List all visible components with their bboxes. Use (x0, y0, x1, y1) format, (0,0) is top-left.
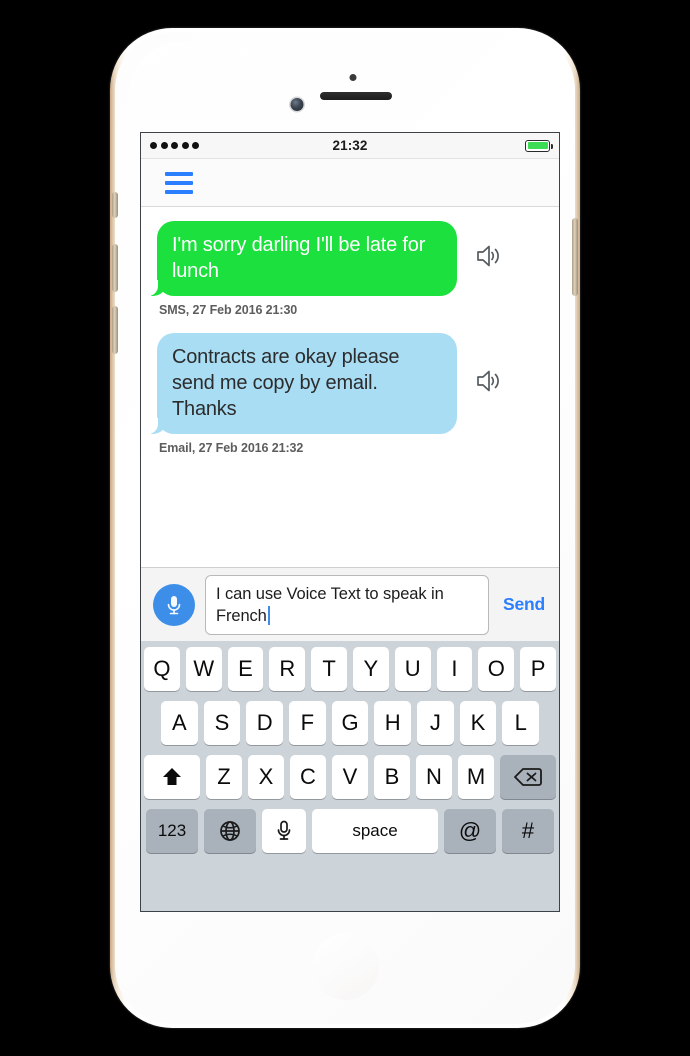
mute-switch[interactable] (112, 192, 118, 218)
numeric-key[interactable]: 123 (146, 809, 198, 853)
key-d[interactable]: D (246, 701, 283, 745)
volume-down-button[interactable] (112, 306, 118, 354)
key-c[interactable]: C (290, 755, 326, 799)
battery-fill (527, 142, 548, 149)
speaker-play-icon[interactable] (475, 243, 503, 274)
message-item: Contracts are okay please send me copy b… (141, 333, 559, 455)
volume-up-button[interactable] (112, 244, 118, 292)
key-h[interactable]: H (374, 701, 412, 745)
key-n[interactable]: N (416, 755, 452, 799)
key-p[interactable]: P (520, 647, 556, 691)
key-r[interactable]: R (269, 647, 306, 691)
keyboard-row-1: Q W E R T Y U I O P (144, 647, 556, 691)
text-cursor (267, 605, 270, 625)
phone-device: 21:32 I'm sorry darling I'll be late for… (110, 28, 580, 1028)
key-y[interactable]: Y (353, 647, 389, 691)
key-x[interactable]: X (248, 755, 284, 799)
microphone-dictation-icon (277, 820, 291, 840)
key-j[interactable]: J (417, 701, 454, 745)
dictation-key[interactable] (262, 809, 306, 853)
voice-input-button[interactable] (153, 583, 195, 626)
message-meta: Email, 27 Feb 2016 21:32 (159, 441, 304, 455)
key-f[interactable]: F (289, 701, 326, 745)
battery-icon (525, 139, 553, 152)
front-camera-icon (290, 98, 304, 111)
key-k[interactable]: K (459, 701, 497, 745)
globe-language-icon (220, 821, 240, 841)
key-z[interactable]: Z (206, 755, 242, 799)
key-m[interactable]: M (458, 755, 494, 799)
hash-key[interactable]: # (502, 809, 554, 853)
keyboard-row-2: A S D F G H J K L (144, 701, 556, 745)
language-globe-key[interactable] (204, 809, 256, 853)
message-input-bar: I can use Voice Text to speak in French … (141, 567, 559, 641)
message-text-value: I can use Voice Text to speak in French (216, 584, 444, 625)
key-g[interactable]: G (331, 701, 369, 745)
hamburger-menu-icon[interactable] (165, 171, 193, 194)
key-u[interactable]: U (394, 647, 431, 691)
key-o[interactable]: O (478, 647, 515, 691)
backspace-key[interactable] (500, 755, 556, 799)
key-t[interactable]: T (311, 647, 347, 691)
key-a[interactable]: A (160, 701, 198, 745)
app-nav-bar (141, 159, 559, 207)
conversation-list[interactable]: I'm sorry darling I'll be late for lunch… (141, 207, 559, 567)
message-meta: SMS, 27 Feb 2016 21:30 (159, 303, 298, 317)
status-bar: 21:32 (141, 133, 559, 159)
key-q[interactable]: Q (144, 647, 180, 691)
keyboard-row-4: 123 space @ # (144, 809, 556, 853)
message-bubble-outgoing[interactable]: I'm sorry darling I'll be late for lunch (148, 221, 457, 296)
message-item: I'm sorry darling I'll be late for lunch… (141, 221, 559, 317)
key-w[interactable]: W (185, 647, 222, 691)
shift-key[interactable] (144, 755, 200, 799)
microphone-icon (167, 595, 181, 614)
shift-arrow-icon (163, 768, 181, 785)
message-text-input[interactable]: I can use Voice Text to speak in French (205, 574, 489, 635)
speaker-play-icon[interactable] (475, 368, 503, 399)
key-s[interactable]: S (203, 701, 241, 745)
key-i[interactable]: I (436, 647, 473, 691)
key-v[interactable]: V (332, 755, 368, 799)
home-button[interactable] (309, 930, 381, 1002)
message-row: I'm sorry darling I'll be late for lunch (141, 221, 559, 296)
backspace-delete-icon (514, 768, 542, 786)
phone-body: 21:32 I'm sorry darling I'll be late for… (112, 32, 578, 1024)
message-row: Contracts are okay please send me copy b… (141, 333, 559, 434)
status-time: 21:32 (332, 138, 368, 153)
at-key[interactable]: @ (444, 809, 496, 853)
home-button-face (311, 932, 379, 1000)
power-button[interactable] (572, 218, 578, 296)
virtual-keyboard[interactable]: Q W E R T Y U I O P A S D F G H J K L Z … (141, 641, 559, 911)
phone-screen: 21:32 I'm sorry darling I'll be late for… (140, 132, 560, 912)
proximity-sensor-icon (349, 74, 357, 81)
earpiece-speaker-icon (320, 92, 392, 100)
key-l[interactable]: L (502, 701, 540, 745)
key-b[interactable]: B (374, 755, 410, 799)
send-button[interactable]: Send (499, 594, 549, 615)
space-key[interactable]: space (312, 809, 438, 853)
keyboard-row-3: Z X C V B N M (144, 755, 556, 799)
key-e[interactable]: E (227, 647, 264, 691)
message-bubble-incoming[interactable]: Contracts are okay please send me copy b… (148, 333, 457, 434)
